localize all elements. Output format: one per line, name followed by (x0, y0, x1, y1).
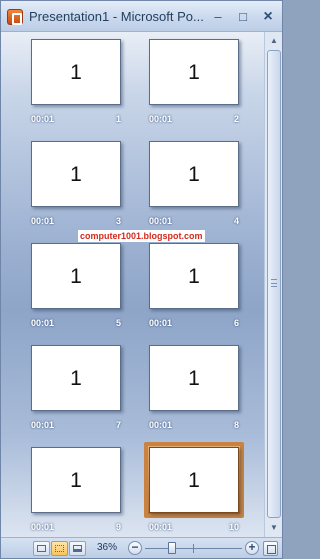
title-bar[interactable]: Presentation1 - Microsoft Po... – □ × (1, 1, 282, 32)
slide-number: 3 (115, 216, 121, 226)
slide-item[interactable]: 1 00:01 3 (31, 141, 141, 241)
slide-timing: 00:01 (31, 216, 55, 226)
slide-item[interactable]: 1 00:01 9 (31, 447, 141, 537)
slide-content: 1 (70, 61, 82, 84)
fit-to-window-button[interactable] (263, 541, 278, 556)
close-button[interactable]: × (259, 8, 277, 26)
slide-timing: 00:01 (31, 522, 55, 532)
slide-thumbnail[interactable]: 1 (31, 447, 121, 513)
slide-number: 2 (233, 114, 239, 124)
slide-timing: 00:01 (149, 216, 173, 226)
grip-icon (271, 279, 277, 287)
slide-sorter-view-button[interactable] (51, 541, 68, 556)
slide-content: 1 (70, 367, 82, 390)
slide-thumbnail[interactable]: 1 (31, 141, 121, 207)
zoom-slider-midpoint (193, 544, 194, 553)
slide-number: 5 (115, 318, 121, 328)
slide-timing: 00:01 (31, 318, 55, 328)
powerpoint-app-icon[interactable] (7, 9, 23, 25)
slide-thumbnail[interactable]: 1 (31, 39, 121, 105)
slide-number: 8 (233, 420, 239, 430)
slide-content: 1 (70, 469, 82, 492)
slide-item[interactable]: 1 00:01 7 (31, 345, 141, 445)
slide-content: 1 (70, 265, 82, 288)
slide-timing: 00:01 (31, 114, 55, 124)
status-bar: 36% − + (1, 537, 282, 558)
zoom-in-button[interactable]: + (245, 541, 259, 555)
slide-thumbnail[interactable]: 1 (31, 243, 121, 309)
zoom-slider-thumb[interactable] (168, 542, 176, 554)
slide-thumbnail[interactable]: 1 (31, 345, 121, 411)
slide-timing: 00:01 (149, 420, 173, 430)
slide-item[interactable]: 1 00:01 1 (31, 39, 141, 139)
slide-content: 1 (188, 367, 200, 390)
slide-timing: 00:01 (149, 318, 173, 328)
slide-thumbnail[interactable]: 1 (149, 447, 239, 513)
slide-number: 10 (228, 522, 239, 532)
watermark-text: computer1001.blogspot.com (78, 230, 205, 242)
slide-item[interactable]: 1 00:01 4 (149, 141, 259, 241)
slide-timing: 00:01 (149, 522, 173, 532)
slide-item[interactable]: 1 00:01 6 (149, 243, 259, 343)
slide-show-icon (73, 545, 82, 552)
slide-number: 4 (233, 216, 239, 226)
slide-thumbnail[interactable]: 1 (149, 39, 239, 105)
slide-item[interactable]: 1 00:01 5 (31, 243, 141, 343)
slide-content: 1 (188, 265, 200, 288)
slide-content: 1 (188, 163, 200, 186)
scroll-up-arrow-icon[interactable]: ▲ (266, 33, 282, 49)
slide-item-selected[interactable]: 1 00:01 10 (144, 442, 259, 537)
vertical-scrollbar[interactable]: ▲ ▼ (264, 32, 282, 537)
slide-sorter-pane[interactable]: 1 00:01 1 1 00:01 2 1 00:01 3 1 00:01 4 (1, 32, 264, 537)
slide-show-button[interactable] (69, 541, 86, 556)
slide-thumbnail[interactable]: 1 (149, 345, 239, 411)
slide-thumbnail[interactable]: 1 (149, 141, 239, 207)
slide-number: 9 (115, 522, 121, 532)
slide-item[interactable]: 1 00:01 8 (149, 345, 259, 445)
powerpoint-window: Presentation1 - Microsoft Po... – □ × 1 … (0, 0, 283, 559)
slide-content: 1 (188, 469, 200, 492)
slide-timing: 00:01 (31, 420, 55, 430)
slide-number: 7 (115, 420, 121, 430)
scrollbar-thumb[interactable] (267, 50, 281, 518)
slide-sorter-icon (55, 545, 64, 552)
slide-content: 1 (70, 163, 82, 186)
slide-number: 1 (115, 114, 121, 124)
slide-thumbnail[interactable]: 1 (149, 243, 239, 309)
scroll-down-arrow-icon[interactable]: ▼ (266, 520, 282, 536)
normal-view-icon (37, 545, 46, 552)
zoom-out-button[interactable]: − (128, 541, 142, 555)
maximize-button[interactable]: □ (234, 8, 252, 26)
slide-item[interactable]: 1 00:01 2 (149, 39, 259, 139)
zoom-level[interactable]: 36% (97, 542, 117, 553)
slide-number: 6 (233, 318, 239, 328)
minimize-button[interactable]: – (209, 8, 227, 26)
slide-timing: 00:01 (149, 114, 173, 124)
window-title: Presentation1 - Microsoft Po... (29, 9, 204, 24)
normal-view-button[interactable] (33, 541, 50, 556)
slide-content: 1 (188, 61, 200, 84)
